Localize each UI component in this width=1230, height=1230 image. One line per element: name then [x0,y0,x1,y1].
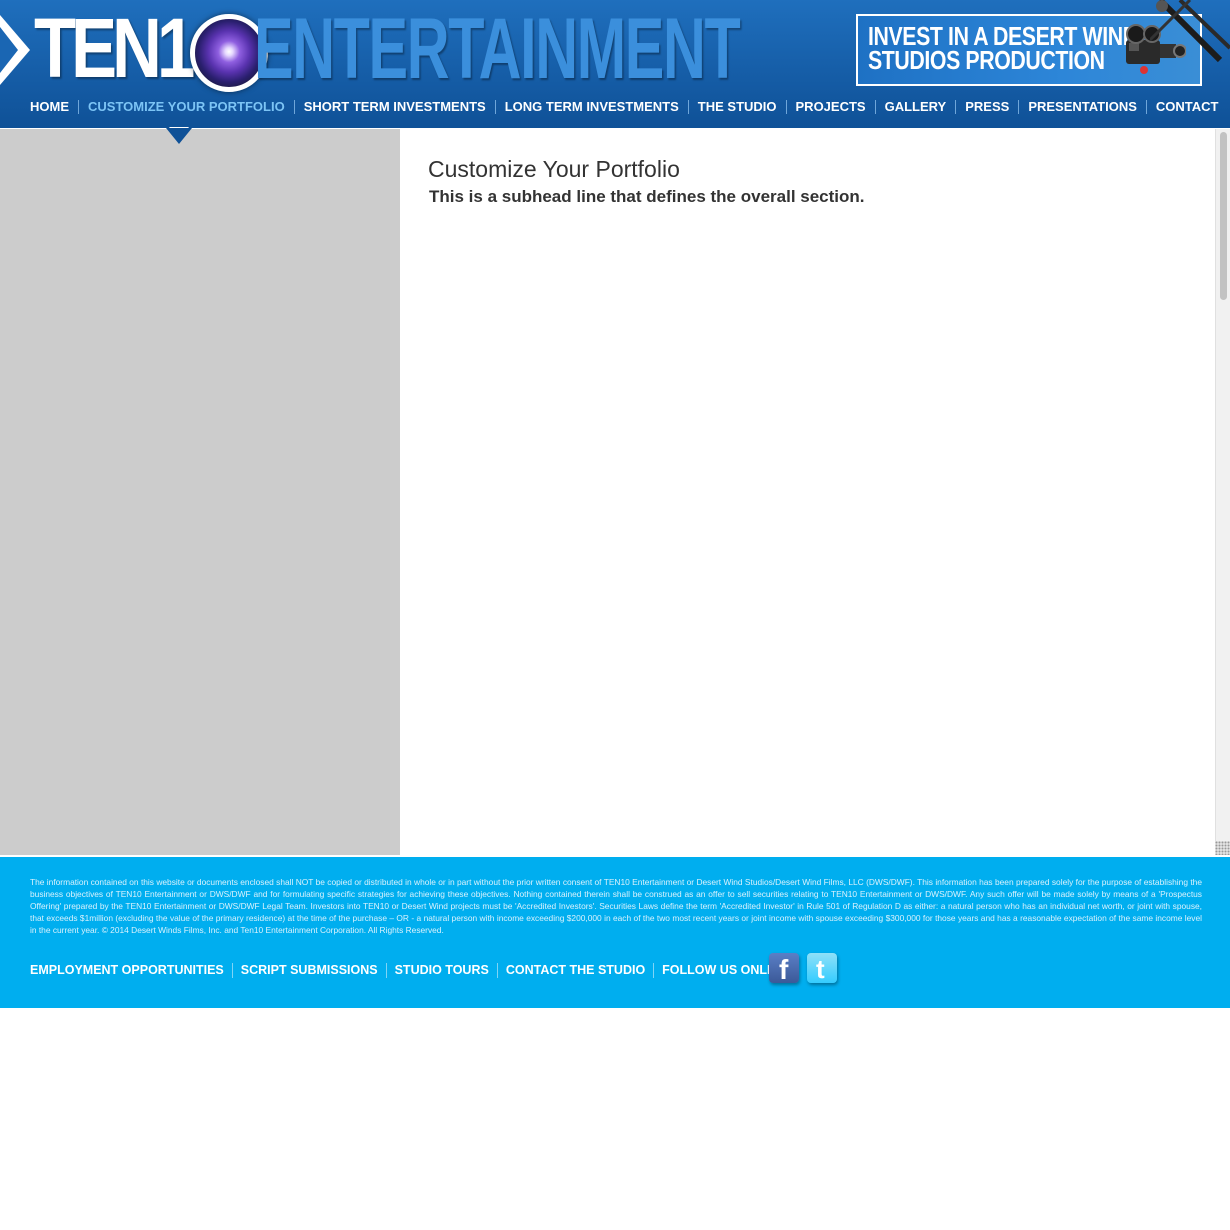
promo-text: INVEST IN A DESERT WIND STUDIOS PRODUCTI… [868,23,1163,75]
main-nav: HOME CUSTOMIZE YOUR PORTFOLIO SHORT TERM… [21,97,1228,117]
main-content: Customize Your Portfolio This is a subhe… [400,129,1215,855]
nav-active-pointer-icon [166,128,192,144]
footer-link-studio-tours[interactable]: STUDIO TOURS [385,962,497,978]
footer-link-employment[interactable]: EMPLOYMENT OPPORTUNITIES [22,963,232,978]
nav-item-projects[interactable]: PROJECTS [785,100,875,114]
nav-item-the-studio[interactable]: THE STUDIO [687,100,786,114]
footer-nav: EMPLOYMENT OPPORTUNITIES SCRIPT SUBMISSI… [22,960,796,980]
nav-item-short-term-investments[interactable]: SHORT TERM INVESTMENTS [293,100,495,114]
content-scrollbar[interactable] [1215,129,1230,855]
twitter-glyph: t [816,954,825,984]
nav-item-press[interactable]: PRESS [955,100,1018,114]
site-header: TEN1 ENTERTAINMENT INVEST IN A DESERT WI… [0,0,1230,128]
nav-item-contact[interactable]: CONTACT [1145,100,1228,114]
nav-item-customize-portfolio[interactable]: CUSTOMIZE YOUR PORTFOLIO [78,100,294,114]
page-title: Customize Your Portfolio [428,156,680,182]
nav-item-long-term-investments[interactable]: LONG TERM INVESTMENTS [494,100,688,114]
footer-link-script-submissions[interactable]: SCRIPT SUBMISSIONS [231,962,386,978]
footer-link-contact-studio[interactable]: CONTACT THE STUDIO [496,962,653,978]
site-footer: The information contained on this websit… [0,857,1230,1008]
facebook-icon[interactable]: f [769,953,799,985]
logo-text-entertainment[interactable]: ENTERTAINMENT [254,6,741,92]
logo-text-ten[interactable]: TEN1 [34,6,195,90]
nav-item-home[interactable]: HOME [21,100,78,114]
logo-arrow-inner-icon [0,27,18,73]
twitter-icon[interactable]: t [807,953,837,984]
promo-line-2: STUDIOS PRODUCTION [868,45,1105,75]
nav-item-presentations[interactable]: PRESENTATIONS [1018,100,1146,114]
resize-grip-icon[interactable] [1215,841,1230,855]
facebook-glyph: f [779,954,789,985]
camera-crane-icon [1150,0,1230,63]
sidebar [0,129,400,855]
legal-disclaimer: The information contained on this websit… [30,877,1202,935]
page-subhead: This is a subhead line that defines the … [429,187,865,206]
nav-item-gallery[interactable]: GALLERY [874,100,956,114]
scrollbar-thumb[interactable] [1220,132,1227,300]
